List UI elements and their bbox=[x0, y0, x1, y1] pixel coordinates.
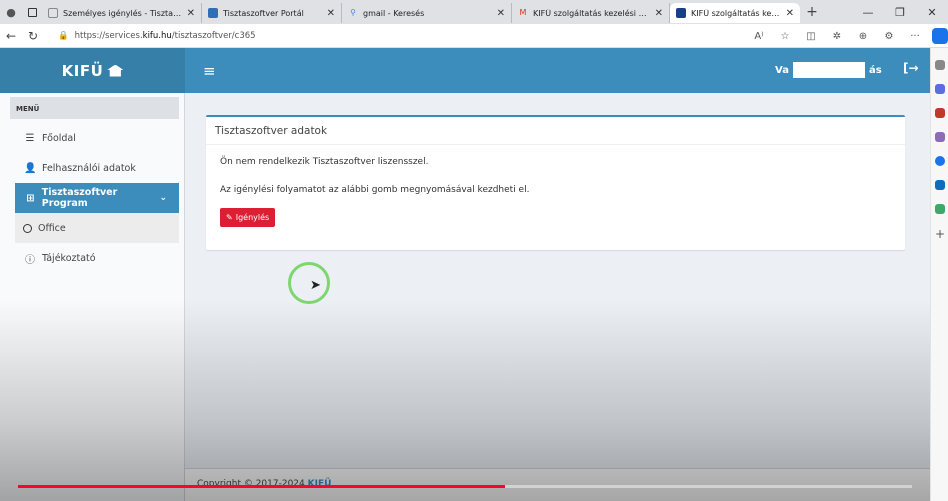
refresh-button[interactable]: ↻ bbox=[22, 29, 44, 43]
tab-tisztaszoftver-portal[interactable]: Tisztaszoftver Portál ✕ bbox=[202, 3, 342, 23]
box-title: Tisztaszoftver adatok bbox=[215, 125, 328, 137]
more-icon[interactable]: ··· bbox=[902, 31, 928, 42]
split-screen-icon[interactable]: ◫ bbox=[798, 31, 824, 42]
address-toolbar: A⁾ ☆ ◫ ✲ ⊕ ⚙ ··· bbox=[746, 24, 928, 48]
windows-icon: ⊞ bbox=[26, 192, 35, 204]
extensions-icon[interactable]: ⚙ bbox=[876, 31, 902, 42]
people-icon[interactable] bbox=[935, 132, 945, 142]
tab-kifu-active[interactable]: KIFÜ szolgáltatás kezelési oldal ✕ bbox=[670, 3, 800, 23]
tools-icon[interactable] bbox=[935, 108, 945, 118]
collections-icon[interactable]: ⊕ bbox=[850, 31, 876, 42]
video-progress-fill bbox=[18, 485, 506, 488]
sidebar: MENÜ ☰ Főoldal 👤 Felhasználói adatok ⊞ T… bbox=[0, 93, 185, 501]
list-icon: ☰ bbox=[25, 132, 35, 144]
sidebar-item-tisztaszoftver-program[interactable]: ⊞ Tisztaszoftver Program ⌄ bbox=[15, 183, 179, 213]
window-controls: — ❐ ✕ bbox=[852, 0, 948, 24]
read-aloud-icon[interactable]: A⁾ bbox=[746, 31, 772, 42]
tab-szemelyes-igenyles[interactable]: Személyes igénylés - Tisztaszoftver ✕ bbox=[42, 3, 202, 23]
profile-icon[interactable]: ● bbox=[0, 0, 22, 24]
lock-icon: 🔒 bbox=[58, 30, 69, 41]
minimize-button[interactable]: — bbox=[852, 6, 884, 19]
tab-kifu-1[interactable]: M KIFÜ szolgáltatás kezelési oldal ✕ bbox=[512, 3, 670, 23]
hamburger-menu-icon[interactable]: ≡ bbox=[203, 62, 216, 80]
window-close-button[interactable]: ✕ bbox=[916, 6, 948, 19]
browser-window: ● Személyes igénylés - Tisztaszoftver ✕ … bbox=[0, 0, 948, 501]
circle-icon bbox=[23, 223, 32, 233]
url-field[interactable]: 🔒 https://services.kifu.hu/tisztaszoftve… bbox=[58, 31, 256, 41]
chevron-down-icon: ⌄ bbox=[159, 193, 167, 203]
restore-button[interactable]: ❐ bbox=[884, 6, 916, 19]
tisztaszoftver-box: Tisztaszoftver adatok Ön nem rendelkezik… bbox=[206, 115, 905, 250]
sidebar-item-user-data[interactable]: 👤 Felhasználói adatok bbox=[0, 153, 184, 183]
click-highlight bbox=[288, 262, 330, 304]
tab-gmail-search[interactable]: ⚲ gmail - Keresés ✕ bbox=[342, 3, 512, 23]
instruction-text: Az igénylési folyamatot az alábbi gomb m… bbox=[220, 185, 530, 195]
video-progress-bar[interactable] bbox=[18, 485, 912, 488]
office-icon[interactable] bbox=[935, 180, 945, 190]
house-icon bbox=[107, 64, 124, 77]
close-icon[interactable]: ✕ bbox=[497, 8, 505, 19]
page-icon bbox=[48, 8, 58, 18]
user-icon: 👤 bbox=[24, 162, 37, 174]
edge-sidebar: + bbox=[930, 48, 948, 501]
search-icon: ⚲ bbox=[350, 8, 356, 17]
logout-icon[interactable]: [→ bbox=[903, 61, 919, 75]
site-favicon-icon bbox=[208, 8, 218, 18]
close-icon[interactable]: ✕ bbox=[786, 8, 794, 19]
favorites-icon[interactable]: ✲ bbox=[824, 31, 850, 42]
menu-header: MENÜ bbox=[10, 97, 179, 119]
blank-overlay bbox=[558, 123, 674, 141]
back-button[interactable]: ← bbox=[0, 29, 22, 43]
close-icon[interactable]: ✕ bbox=[655, 8, 663, 19]
user-menu[interactable]: Va ás bbox=[775, 62, 882, 78]
kifu-logo[interactable]: KIFÜ bbox=[0, 48, 185, 93]
shopping-icon[interactable] bbox=[935, 84, 945, 94]
sidebar-item-office[interactable]: Office bbox=[15, 213, 179, 243]
address-bar: ← ↻ 🔒 https://services.kifu.hu/tisztaszo… bbox=[0, 24, 948, 48]
close-icon[interactable]: ✕ bbox=[187, 8, 195, 19]
add-icon[interactable]: + bbox=[935, 228, 947, 240]
redacted-name bbox=[792, 62, 865, 78]
search-icon[interactable] bbox=[935, 60, 945, 70]
copilot-icon[interactable] bbox=[932, 28, 948, 44]
kifu-favicon-icon bbox=[676, 8, 686, 18]
info-icon: ⓘ bbox=[25, 254, 35, 266]
page: KIFÜ ≡ Va ás [→ MENÜ ☰ Főoldal 👤 Felhasz… bbox=[0, 48, 930, 501]
box-body: Ön nem rendelkezik Tisztaszoftver liszen… bbox=[206, 145, 905, 227]
workspaces-icon[interactable] bbox=[22, 0, 42, 24]
edit-icon: ✎ bbox=[226, 213, 233, 222]
claim-button[interactable]: ✎ Igénylés bbox=[220, 208, 276, 227]
gmail-icon: M bbox=[519, 8, 527, 17]
mouse-cursor-icon: ➤ bbox=[310, 278, 321, 293]
sidebar-item-home[interactable]: ☰ Főoldal bbox=[0, 123, 184, 153]
top-navbar: ≡ Va ás [→ bbox=[185, 48, 930, 93]
favorite-star-icon[interactable]: ☆ bbox=[772, 31, 798, 42]
no-license-notice: Ön nem rendelkezik Tisztaszoftver liszen… bbox=[220, 157, 429, 167]
games-icon[interactable] bbox=[935, 204, 945, 214]
main-content: Tisztaszoftver adatok Ön nem rendelkezik… bbox=[185, 93, 930, 501]
new-tab-button[interactable]: + bbox=[800, 4, 824, 20]
box-header: Tisztaszoftver adatok bbox=[206, 117, 905, 145]
sidebar-item-info[interactable]: ⓘ Tájékoztató bbox=[0, 243, 184, 273]
tab-bar: ● Személyes igénylés - Tisztaszoftver ✕ … bbox=[0, 0, 948, 24]
outlook-icon[interactable] bbox=[935, 156, 945, 166]
close-icon[interactable]: ✕ bbox=[327, 8, 335, 19]
